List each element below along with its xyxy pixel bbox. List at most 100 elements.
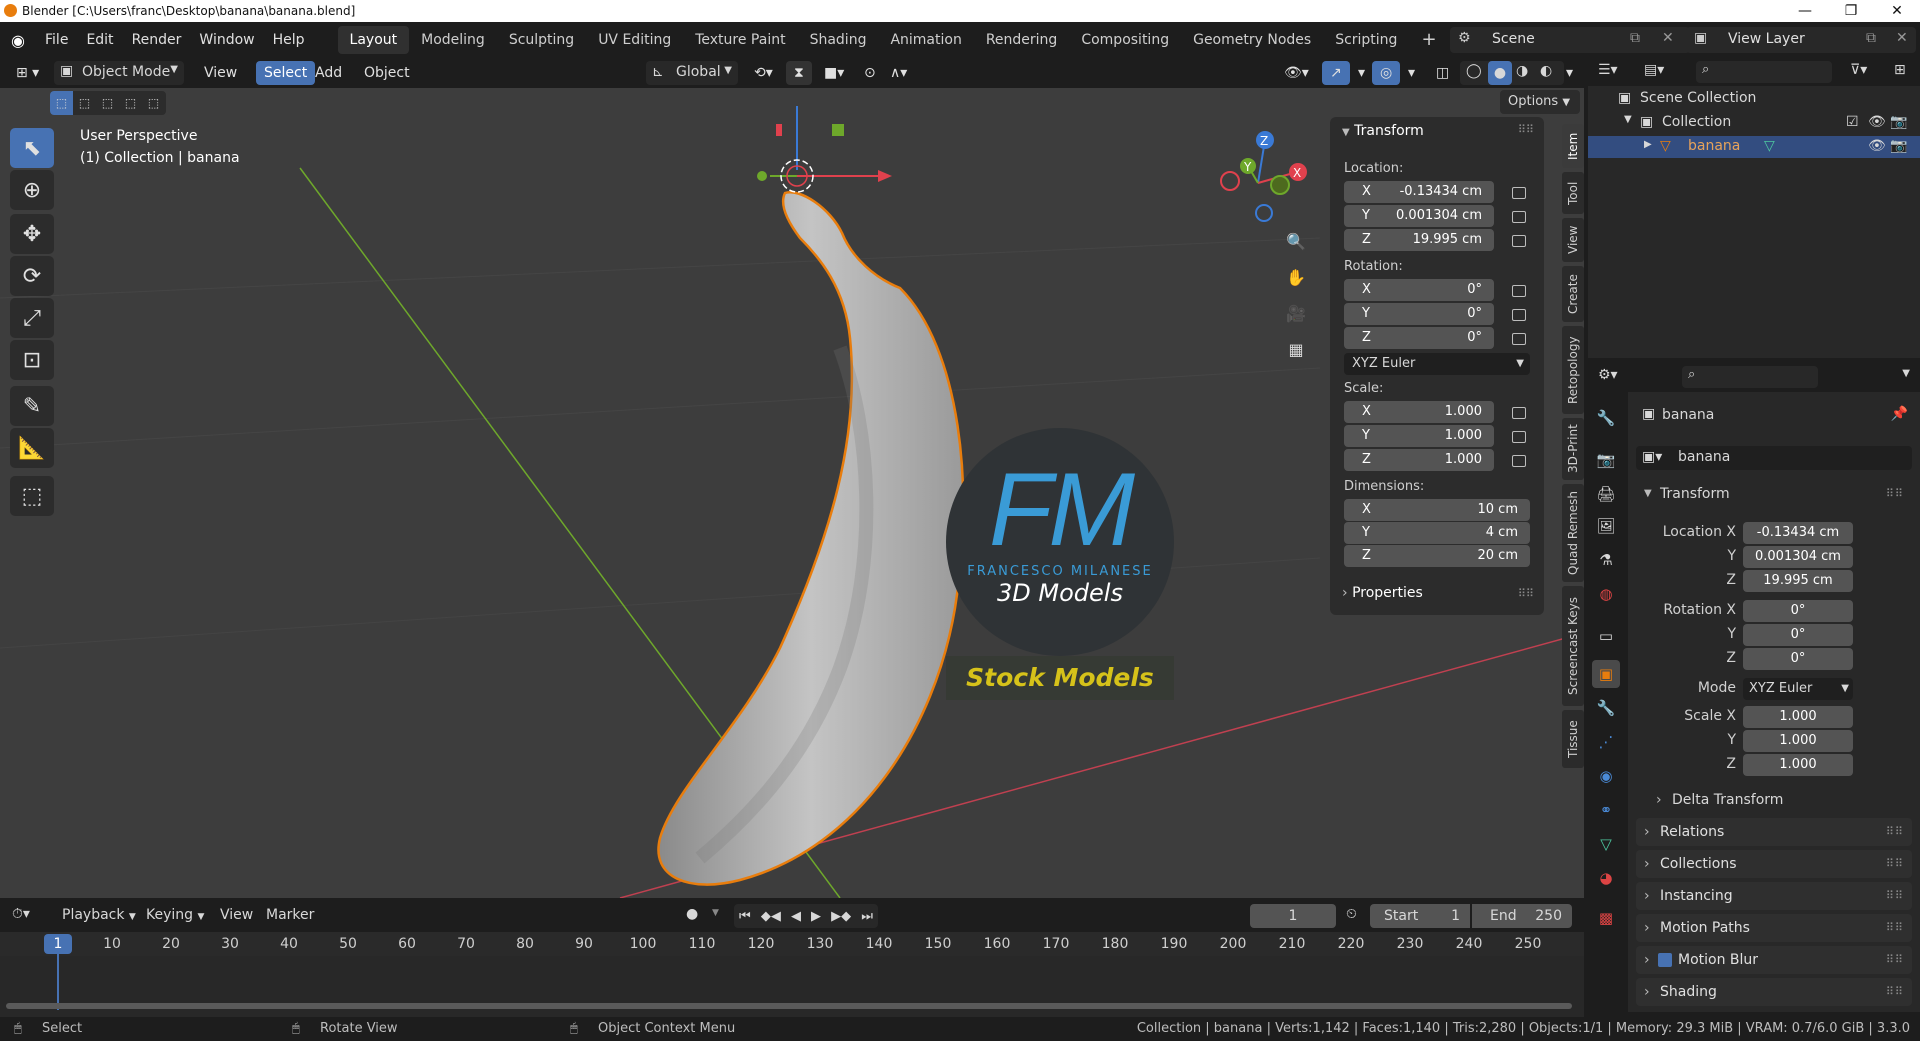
cursor-tool[interactable]: ⊕ bbox=[10, 170, 54, 210]
properties-search-input[interactable]: ⌕ bbox=[1682, 366, 1818, 388]
dimensions-x-field[interactable]: X 10 cm bbox=[1344, 499, 1530, 521]
drag-handle-icon[interactable]: ⠿⠿ bbox=[1518, 123, 1534, 136]
outliner-object-banana[interactable]: ▶ ▽ banana ▽ 👁 📷 bbox=[1588, 136, 1920, 158]
select-extend-icon[interactable]: ⬚ bbox=[73, 91, 96, 115]
prop-rotation-x[interactable]: 0° bbox=[1743, 600, 1853, 622]
drag-handle-icon[interactable]: ⠿⠿ bbox=[1886, 882, 1904, 910]
new-collection-icon[interactable]: ⊞ bbox=[1894, 62, 1906, 78]
play-reverse-icon[interactable]: ◀ bbox=[791, 909, 801, 924]
outliner-search-input[interactable]: ⌕ bbox=[1696, 61, 1832, 83]
scene-tab-icon[interactable]: ⚗ bbox=[1592, 546, 1620, 574]
output-icon[interactable]: 🖨 bbox=[1592, 480, 1620, 508]
prop-rotation-y[interactable]: 0° bbox=[1743, 624, 1853, 646]
menu-help[interactable]: Help bbox=[264, 32, 314, 48]
marker-menu[interactable]: Marker bbox=[266, 907, 314, 923]
rotation-z-field[interactable]: Z 0° bbox=[1344, 327, 1494, 349]
select-invert-icon[interactable]: ⬚ bbox=[119, 91, 142, 115]
dimensions-z-field[interactable]: Z 20 cm bbox=[1344, 545, 1530, 567]
zoom-icon[interactable]: 🔍 bbox=[1282, 228, 1310, 256]
tab-item[interactable]: Item bbox=[1562, 124, 1584, 168]
section-instancing[interactable]: › Instancing ⠿⠿ bbox=[1636, 882, 1912, 910]
collection-tab-icon[interactable]: ▭ bbox=[1592, 622, 1620, 650]
section-relations[interactable]: › Relations ⠿⠿ bbox=[1636, 818, 1912, 846]
playback-menu[interactable]: Playback ▼ bbox=[62, 907, 136, 923]
options-dropdown-icon[interactable]: ▼ bbox=[1902, 368, 1910, 379]
modifiers-icon[interactable]: 🔧 bbox=[1592, 694, 1620, 722]
delete-view-layer-icon[interactable]: ✕ bbox=[1896, 30, 1908, 46]
select-subtract-icon[interactable]: ⬚ bbox=[96, 91, 119, 115]
annotate-tool[interactable]: ✎ bbox=[10, 386, 54, 426]
drag-handle-icon[interactable]: ⠿⠿ bbox=[1886, 946, 1904, 974]
jump-end-icon[interactable]: ⏭ bbox=[861, 909, 873, 924]
object-menu[interactable]: Object bbox=[356, 61, 418, 85]
object-datablock-field[interactable]: ▣▾ banana bbox=[1636, 446, 1912, 470]
select-intersect-icon[interactable]: ⬚ bbox=[142, 91, 165, 115]
rendered-shading-icon[interactable]: ◐ bbox=[1540, 63, 1552, 79]
scale-z-field[interactable]: Z 1.000 bbox=[1344, 449, 1494, 471]
section-collections[interactable]: › Collections ⠿⠿ bbox=[1636, 850, 1912, 878]
pivot-icon[interactable]: ⟲▾ bbox=[746, 61, 781, 85]
camera-icon[interactable]: 📷 bbox=[1890, 114, 1907, 130]
lock-icon[interactable] bbox=[1512, 285, 1526, 297]
drag-handle-icon[interactable]: ⠿⠿ bbox=[1886, 818, 1904, 846]
timeline-view-menu[interactable]: View bbox=[220, 907, 253, 923]
add-menu[interactable]: Add bbox=[307, 61, 350, 85]
editor-type-icon[interactable]: ⊞ ▾ bbox=[8, 61, 47, 85]
lock-icon[interactable] bbox=[1512, 431, 1526, 443]
prop-scale-y[interactable]: 1.000 bbox=[1743, 730, 1853, 752]
select-box-tool[interactable]: ⬉ bbox=[10, 128, 54, 168]
tab-layout[interactable]: Layout bbox=[337, 26, 410, 54]
rotation-x-field[interactable]: X 0° bbox=[1344, 279, 1494, 301]
tab-quad-remesh[interactable]: Quad Remesh bbox=[1562, 484, 1584, 582]
rotation-mode-dropdown[interactable]: XYZ Euler ▼ bbox=[1344, 353, 1530, 375]
camera-view-icon[interactable]: 🎥 bbox=[1282, 300, 1310, 328]
proportional-edit-icon[interactable]: ⊙ bbox=[856, 61, 884, 85]
properties-panel-header[interactable]: › Properties bbox=[1342, 585, 1423, 601]
tab-retopology[interactable]: Retopology bbox=[1562, 326, 1584, 414]
delta-transform-header[interactable]: › Delta Transform bbox=[1648, 786, 1912, 814]
overlays-icon[interactable]: ◎ bbox=[1372, 61, 1401, 85]
tab-tool[interactable]: Tool bbox=[1562, 172, 1584, 214]
section-shading[interactable]: › Shading ⠿⠿ bbox=[1636, 978, 1912, 1006]
lock-icon[interactable] bbox=[1512, 211, 1526, 223]
move-tool[interactable]: ✥ bbox=[10, 214, 54, 254]
tab-screencast-keys[interactable]: Screencast Keys bbox=[1562, 586, 1584, 706]
minimize-button[interactable]: — bbox=[1782, 0, 1828, 22]
jump-start-icon[interactable]: ⏮ bbox=[739, 909, 751, 924]
lock-icon[interactable] bbox=[1512, 187, 1526, 199]
nav-gizmo-neg-y[interactable] bbox=[1270, 175, 1290, 195]
orientation-selector[interactable]: ⊾ Global ▼ bbox=[646, 61, 738, 85]
xray-icon[interactable]: ◫ bbox=[1428, 61, 1457, 85]
maximize-button[interactable]: ❐ bbox=[1828, 0, 1874, 22]
playhead[interactable]: 1 bbox=[44, 934, 72, 954]
copy-scene-icon[interactable]: ⧉ bbox=[1630, 30, 1640, 46]
constraints-icon[interactable]: ⚭ bbox=[1592, 796, 1620, 824]
drag-handle-icon[interactable]: ⠿⠿ bbox=[1518, 587, 1534, 600]
add-cube-tool[interactable]: ⬚ bbox=[10, 476, 54, 516]
tab-3d-print[interactable]: 3D-Print bbox=[1562, 418, 1584, 480]
eye-icon[interactable]: 👁 bbox=[1868, 114, 1886, 130]
preview-range-icon[interactable]: ⏲ bbox=[1346, 906, 1357, 922]
pan-icon[interactable]: ✋ bbox=[1282, 264, 1310, 292]
jump-keyframe-forward-icon[interactable]: ▶◆ bbox=[831, 909, 851, 924]
nav-gizmo-neg-x[interactable] bbox=[1220, 171, 1240, 191]
view-layer-selector[interactable]: ▣ View Layer ⧉ ✕ bbox=[1686, 27, 1916, 53]
gizmo-xz-plane[interactable] bbox=[776, 124, 782, 136]
outliner-collection[interactable]: ▼ ▣ Collection ☑ 👁 📷 bbox=[1588, 112, 1920, 134]
end-frame-field[interactable]: End 250 bbox=[1472, 904, 1572, 928]
motion-blur-checkbox[interactable] bbox=[1658, 953, 1672, 967]
section-motion-blur[interactable]: › Motion Blur ⠿⠿ bbox=[1636, 946, 1912, 974]
world-icon[interactable]: ◍ bbox=[1592, 580, 1620, 608]
physics-icon[interactable]: ◉ bbox=[1592, 762, 1620, 790]
tab-sculpting[interactable]: Sculpting bbox=[497, 26, 586, 54]
expand-icon[interactable]: ▼ bbox=[1624, 114, 1632, 125]
prop-location-x[interactable]: -0.13434 cm bbox=[1743, 522, 1853, 544]
location-y-field[interactable]: Y 0.001304 cm bbox=[1344, 205, 1494, 227]
falloff-icon[interactable]: ∧▾ bbox=[882, 61, 915, 85]
start-frame-field[interactable]: Start 1 bbox=[1370, 904, 1470, 928]
prop-location-y[interactable]: 0.001304 cm bbox=[1743, 546, 1853, 568]
lock-icon[interactable] bbox=[1512, 407, 1526, 419]
eye-icon[interactable]: 👁 bbox=[1868, 138, 1886, 154]
tab-rendering[interactable]: Rendering bbox=[974, 26, 1070, 54]
editor-type-icon[interactable]: ☰▾ bbox=[1598, 62, 1618, 78]
